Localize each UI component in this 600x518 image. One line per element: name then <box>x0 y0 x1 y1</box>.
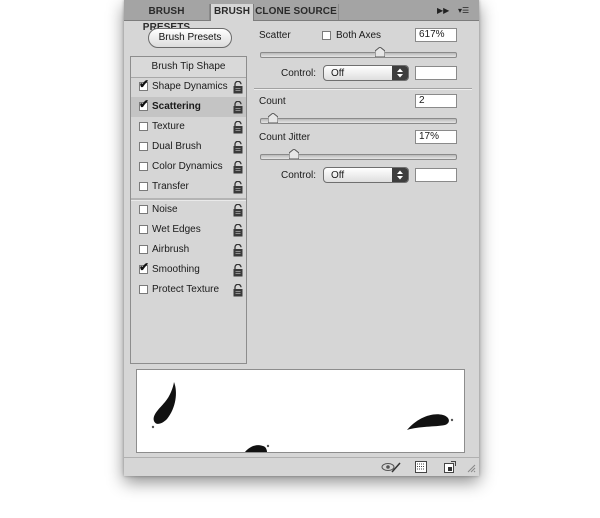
option-checkbox[interactable] <box>139 162 148 171</box>
lock-icon[interactable] <box>232 284 244 297</box>
lock-icon[interactable] <box>232 121 244 134</box>
option-checkbox[interactable] <box>139 245 148 254</box>
lock-icon[interactable] <box>232 204 244 217</box>
select-arrows-icon <box>392 66 408 80</box>
option-checkbox[interactable] <box>139 142 148 151</box>
preview-brush-mark <box>266 444 270 448</box>
collapse-icon[interactable]: ▶▶ <box>437 6 449 15</box>
checkmark-icon: ✔ <box>139 77 150 91</box>
lock-icon[interactable] <box>232 181 244 194</box>
checkmark-icon: ✔ <box>139 97 150 111</box>
resize-grip-icon[interactable] <box>466 463 476 473</box>
lock-icon[interactable] <box>232 244 244 257</box>
sidebar-item-scattering[interactable]: ✔ Scattering <box>131 97 246 117</box>
grid-icon[interactable] <box>415 461 427 473</box>
brush-stroke-preview <box>136 369 465 453</box>
sidebar-item-label: Dual Brush <box>152 141 202 152</box>
lock-icon[interactable] <box>232 141 244 154</box>
sidebar-item-wet-edges[interactable]: Wet Edges <box>131 220 246 240</box>
sidebar-item-shape-dynamics[interactable]: ✔ Shape Dynamics <box>131 77 246 97</box>
scatter-control-select[interactable]: Off <box>323 65 409 81</box>
option-checkbox[interactable] <box>139 225 148 234</box>
count-label: Count <box>259 96 286 107</box>
sidebar-item-brush-tip-shape[interactable]: Brush Tip Shape <box>131 57 246 78</box>
lock-icon[interactable] <box>232 224 244 237</box>
count-slider[interactable] <box>260 113 457 124</box>
count-jitter-control-label: Control: <box>281 170 317 181</box>
sidebar-item-label: Transfer <box>152 181 189 192</box>
option-checkbox[interactable] <box>139 285 148 294</box>
panel-footer <box>124 457 479 477</box>
section-divider <box>254 88 472 90</box>
select-arrows-icon <box>392 168 408 182</box>
new-preset-icon[interactable] <box>444 461 456 473</box>
lock-icon[interactable] <box>232 264 244 277</box>
option-checkbox[interactable]: ✔ <box>139 98 149 111</box>
option-checkbox[interactable]: ✔ <box>139 78 149 91</box>
sidebar-item-label: Scattering <box>152 101 201 112</box>
count-jitter-control-value: Off <box>331 170 345 181</box>
brush-panel: BRUSH PRESETS BRUSH CLONE SOURCE ▶▶ ▾☰ B… <box>124 0 479 476</box>
scatter-control-field[interactable] <box>415 66 457 80</box>
scatter-label: Scatter <box>259 30 291 41</box>
preview-brush-mark <box>151 425 155 429</box>
count-jitter-control-field[interactable] <box>415 168 457 182</box>
tab-brush-presets[interactable]: BRUSH PRESETS <box>124 4 210 33</box>
option-checkbox[interactable] <box>139 205 148 214</box>
tab-bar: BRUSH PRESETS BRUSH CLONE SOURCE ▶▶ ▾☰ <box>124 0 479 33</box>
preview-brush-mark <box>245 445 267 452</box>
sidebar-item-label: Shape Dynamics <box>152 81 228 92</box>
count-slider-thumb[interactable] <box>267 113 278 123</box>
sidebar-item-label: Protect Texture <box>152 284 220 295</box>
count-jitter-slider[interactable] <box>260 149 457 160</box>
sidebar-item-protect-texture[interactable]: Protect Texture <box>131 280 246 300</box>
sidebar-item-dual-brush[interactable]: Dual Brush <box>131 137 246 157</box>
sidebar-item-label: Color Dynamics <box>152 161 223 172</box>
checkmark-icon: ✔ <box>139 260 150 274</box>
option-checkbox[interactable] <box>139 122 148 131</box>
option-checkbox[interactable]: ✔ <box>139 261 149 274</box>
sidebar-item-texture[interactable]: Texture <box>131 117 246 137</box>
sidebar-item-label: Smoothing <box>152 264 200 275</box>
count-jitter-label: Count Jitter <box>259 132 311 143</box>
eye-brush-icon[interactable] <box>381 461 401 473</box>
scatter-control-value: Off <box>331 68 345 79</box>
panel-menu-icon[interactable]: ▾☰ <box>458 6 469 15</box>
count-value-field[interactable]: 2 <box>415 94 457 108</box>
brush-presets-button[interactable]: Brush Presets <box>148 28 232 48</box>
sidebar-item-transfer[interactable]: Transfer <box>131 177 246 197</box>
sidebar-item-label: Airbrush <box>152 244 190 255</box>
scatter-value-field[interactable]: 617% <box>415 28 457 42</box>
scatter-control-label: Control: <box>281 68 317 79</box>
sidebar-item-color-dynamics[interactable]: Color Dynamics <box>131 157 246 177</box>
both-axes-checkbox[interactable] <box>322 31 331 40</box>
preview-brush-mark <box>407 414 449 430</box>
lock-icon[interactable] <box>232 81 244 94</box>
lock-icon[interactable] <box>232 161 244 174</box>
lock-icon[interactable] <box>232 101 244 114</box>
count-jitter-slider-thumb[interactable] <box>288 149 299 159</box>
scatter-slider[interactable] <box>260 47 457 58</box>
sidebar-item-label: Noise <box>152 204 178 215</box>
preview-brush-mark <box>153 382 176 424</box>
tab-clone-source[interactable]: CLONE SOURCE <box>254 4 339 20</box>
sidebar-item-airbrush[interactable]: Airbrush <box>131 240 246 260</box>
tab-brush[interactable]: BRUSH <box>210 4 254 21</box>
count-jitter-control-select[interactable]: Off <box>323 167 409 183</box>
scatter-slider-thumb[interactable] <box>375 47 386 57</box>
preview-brush-mark <box>450 418 454 422</box>
sidebar-item-noise[interactable]: Noise <box>131 200 246 220</box>
sidebar-item-label: Wet Edges <box>152 224 201 235</box>
sidebar-item-smoothing[interactable]: ✔ Smoothing <box>131 260 246 280</box>
sidebar-item-label: Texture <box>152 121 185 132</box>
option-checkbox[interactable] <box>139 182 148 191</box>
both-axes-label: Both Axes <box>336 30 382 41</box>
count-jitter-value-field[interactable]: 17% <box>415 130 457 144</box>
brush-options-sidebar: Brush Tip Shape ✔ Shape Dynamics ✔ Scatteri… <box>130 56 247 364</box>
